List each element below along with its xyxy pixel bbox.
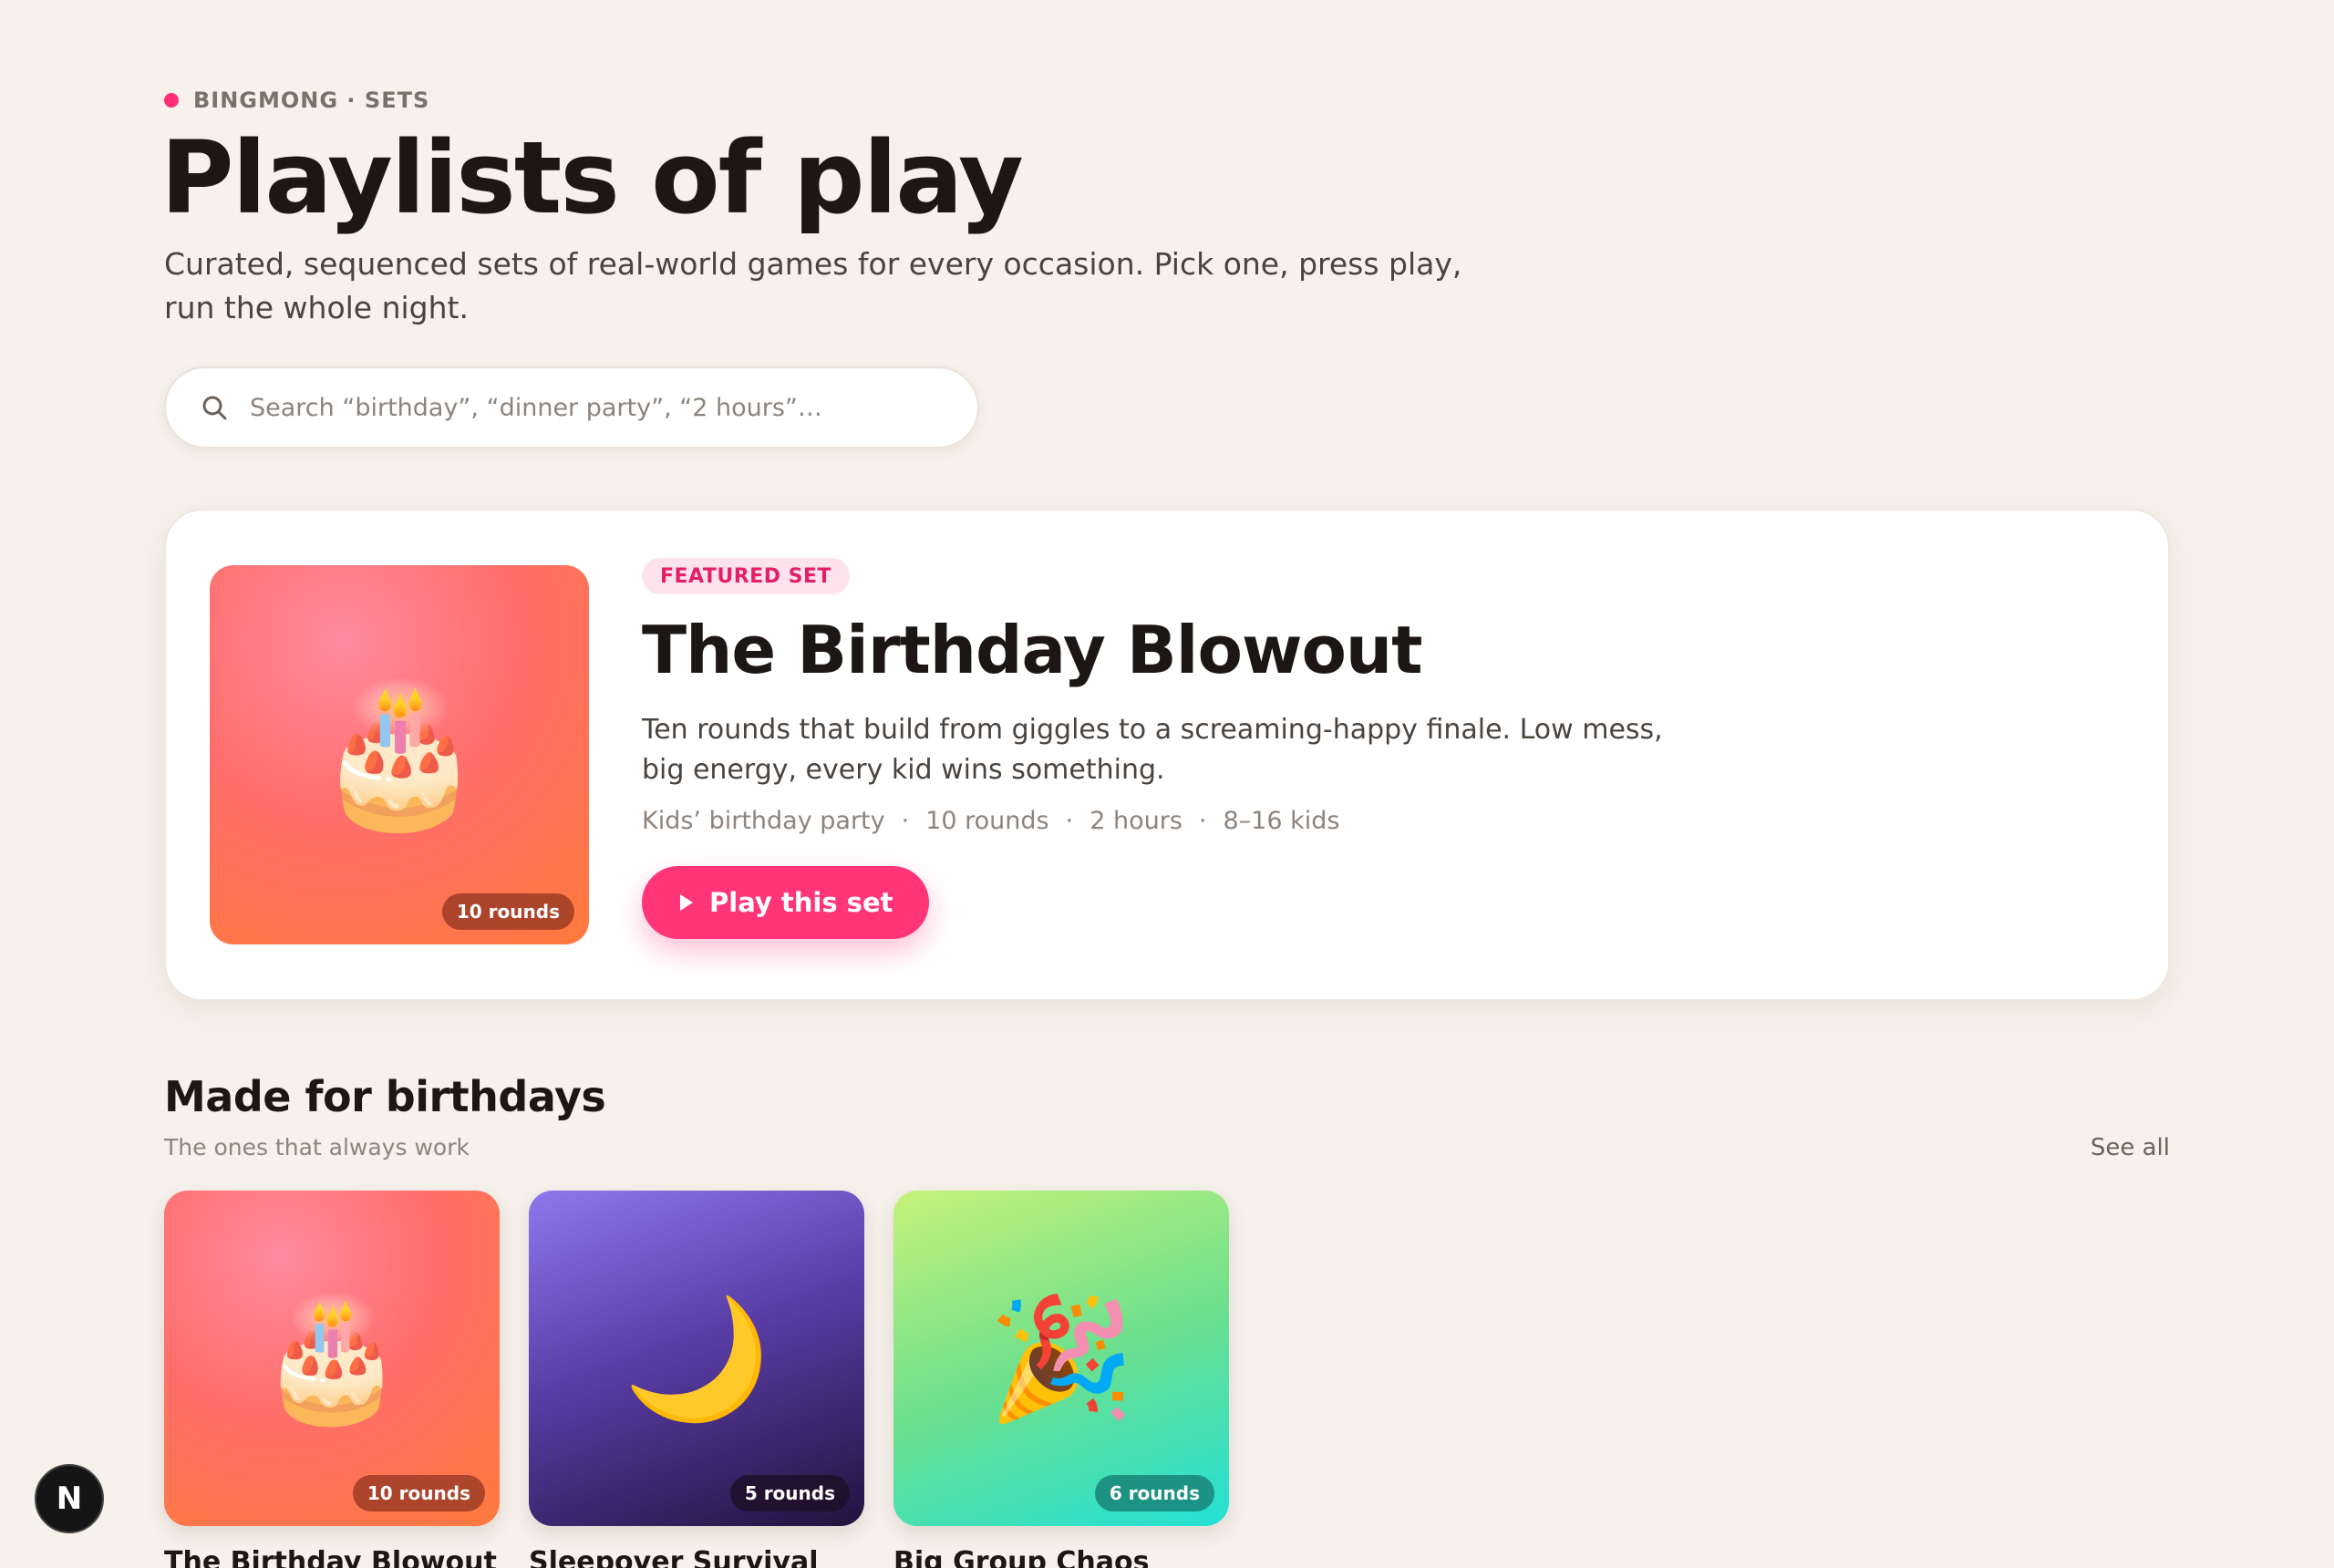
section-subtitle: The ones that always work — [164, 1134, 470, 1161]
featured-set-details: FEATURED SET The Birthday Blowout Ten ro… — [642, 558, 2101, 940]
search-bar[interactable] — [164, 366, 979, 449]
set-card-cover[interactable]: 🌙 5 rounds — [529, 1191, 864, 1526]
meta-separator: · — [901, 807, 910, 836]
set-card-cover[interactable]: 🎉 6 rounds — [893, 1191, 1229, 1526]
featured-set-meta: Kids’ birthday party · 10 rounds · 2 hou… — [642, 807, 2101, 835]
search-icon — [199, 392, 230, 423]
featured-set-title[interactable]: The Birthday Blowout — [642, 614, 2101, 686]
featured-set-cover[interactable]: 🎂 10 rounds — [210, 565, 589, 944]
set-card-title[interactable]: The Birthday Blowout — [164, 1546, 500, 1568]
set-card[interactable]: 🌙 5 rounds Sleepover Survival — [529, 1191, 864, 1568]
cake-icon: 🎂 — [314, 676, 485, 834]
page-subtitle: Curated, sequenced sets of real-world ga… — [164, 246, 1462, 325]
set-card-title[interactable]: Big Group Chaos — [893, 1546, 1229, 1568]
rounds-badge: 5 rounds — [729, 1475, 850, 1511]
rounds-badge: 10 rounds — [441, 893, 574, 930]
meta-separator: · — [1198, 807, 1207, 836]
moon-icon: 🌙 — [623, 1289, 770, 1428]
party-popper-icon: 🎉 — [987, 1289, 1135, 1428]
meta-duration: 2 hours — [1090, 807, 1182, 836]
meta-separator: · — [1065, 807, 1074, 836]
see-all-link[interactable]: See all — [2091, 1134, 2170, 1161]
rounds-badge: 10 rounds — [352, 1475, 485, 1511]
set-card[interactable]: 🎂 10 rounds The Birthday Blowout — [164, 1191, 500, 1568]
meta-players: 8–16 kids — [1223, 807, 1340, 836]
set-card-cover[interactable]: 🎂 10 rounds — [164, 1191, 500, 1526]
play-icon — [680, 894, 693, 912]
meta-occasion: Kids’ birthday party — [642, 807, 885, 836]
cake-icon: 🎂 — [258, 1289, 406, 1428]
featured-tag: FEATURED SET — [642, 558, 851, 594]
search-input[interactable] — [250, 393, 961, 422]
set-card-title[interactable]: Sleepover Survival — [529, 1546, 864, 1568]
play-set-button[interactable]: Play this set — [642, 866, 930, 940]
featured-set-description: Ten rounds that build from giggles to a … — [642, 714, 1663, 787]
eyebrow: BINGMONG · SETS — [164, 88, 429, 113]
section-title: Made for birthdays — [164, 1072, 606, 1121]
brand-dot — [164, 93, 179, 108]
rounds-badge: 6 rounds — [1094, 1475, 1214, 1511]
play-set-label: Play this set — [709, 887, 893, 919]
featured-set-card[interactable]: 🎂 10 rounds FEATURED SET The Birthday Bl… — [164, 509, 2170, 1001]
eyebrow-label: BINGMONG · SETS — [193, 88, 430, 113]
dev-tools-badge[interactable]: N — [35, 1464, 104, 1533]
page-title: Playlists of play — [160, 119, 1024, 236]
meta-rounds: 10 rounds — [925, 807, 1049, 836]
set-card[interactable]: 🎉 6 rounds Big Group Chaos — [893, 1191, 1229, 1568]
